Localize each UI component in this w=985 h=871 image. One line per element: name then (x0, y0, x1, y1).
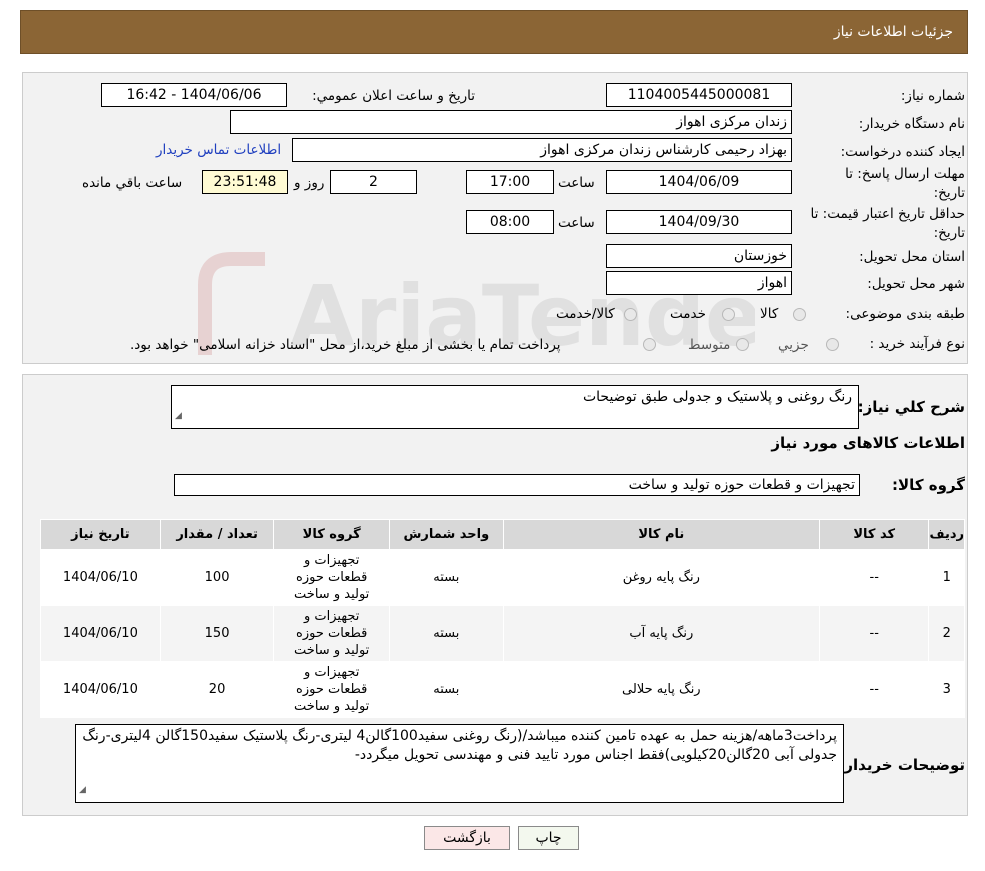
remaining-time-field: 23:51:48 (202, 170, 288, 194)
col-header-index: ردیف (928, 519, 965, 550)
page-header: جزئیات اطلاعات نیاز (20, 10, 968, 54)
cell-group: تجهیزات و قطعات حوزه تولید و ساخت (273, 549, 391, 606)
buyer-org-label: نام دستگاه خریدار: (858, 116, 965, 132)
items-section-title: اطلاعات کالاهای مورد نیاز (771, 434, 965, 452)
cell-name: رنگ پایه روغن (502, 549, 820, 606)
cell-unit: بسته (389, 549, 504, 606)
summary-text: رنگ روغنی و پلاستیک و جدولی طبق توضیحات (582, 389, 852, 405)
creator-field: بهزاد رحیمی کارشناس زندان مرکزی اهواز (292, 138, 792, 162)
category-service-label: خدمت (670, 306, 706, 322)
cell-name: رنگ پایه آب (502, 605, 820, 662)
cell-date: 1404/06/10 (40, 605, 161, 662)
notes-text: پرداخت3ماهه/هزینه حمل به عهده تامین کنند… (82, 728, 837, 763)
cell-qty: 150 (159, 605, 275, 662)
announce-label: تاریخ و ساعت اعلان عمومي: (312, 88, 475, 104)
items-table: ردیف کد کالا نام کالا واحد شمارش گروه کا… (40, 519, 965, 718)
validity-time-field: 08:00 (466, 210, 554, 234)
col-header-date: تاریخ نیاز (40, 519, 161, 550)
cell-index: 1 (928, 549, 965, 606)
process-minor-radio[interactable] (826, 338, 839, 351)
notes-label: توضیحات خریدار: (838, 756, 965, 774)
group-label: گروه کالا: (892, 476, 965, 494)
category-goods-service-radio[interactable] (624, 308, 637, 321)
validity-label-line2: تاریخ: (933, 225, 965, 241)
days-label: روز و (294, 175, 325, 191)
buyer-org-field: زندان مرکزی اهواز (230, 110, 792, 134)
print-button[interactable]: چاپ (518, 826, 579, 850)
process-label: نوع فرآیند خرید : (869, 336, 965, 352)
cell-qty: 20 (159, 661, 275, 718)
cell-index: 3 (928, 661, 965, 718)
category-label: طبقه بندی موضوعی: (845, 306, 965, 322)
process-note-checkbox[interactable] (643, 338, 656, 351)
category-goods-label: کالا (760, 306, 779, 322)
cell-code: -- (818, 605, 930, 662)
table-row: 1 -- رنگ پایه روغن بسته تجهیزات و قطعات … (40, 549, 965, 606)
need-number-label: شماره نیاز: (900, 88, 965, 104)
cell-code: -- (818, 661, 930, 718)
col-header-group: گروه کالا (273, 519, 391, 550)
resize-grip-icon[interactable]: ◢ (79, 781, 86, 800)
province-label: استان محل تحویل: (859, 249, 965, 265)
table-row: 3 -- رنگ پایه حلالی بسته تجهیزات و قطعات… (40, 661, 965, 718)
cell-date: 1404/06/10 (40, 661, 161, 718)
city-field: اهواز (606, 271, 792, 295)
category-service-radio[interactable] (722, 308, 735, 321)
cell-unit: بسته (389, 661, 504, 718)
validity-label-line1: حداقل تاریخ اعتبار قیمت: تا (810, 206, 965, 222)
summary-label: شرح کلي نياز: (857, 398, 965, 416)
process-minor-label: جزيي (778, 337, 809, 353)
buyer-contact-link[interactable]: اطلاعات تماس خریدار (156, 142, 281, 158)
summary-textarea[interactable]: رنگ روغنی و پلاستیک و جدولی طبق توضیحات … (171, 385, 859, 429)
group-field: تجهیزات و قطعات حوزه تولید و ساخت (174, 474, 860, 496)
cell-unit: بسته (389, 605, 504, 662)
table-row: 2 -- رنگ پایه آب بسته تجهیزات و قطعات حو… (40, 605, 965, 662)
province-field: خوزستان (606, 244, 792, 268)
validity-date-field: 1404/09/30 (606, 210, 792, 234)
days-field: 2 (330, 170, 417, 194)
creator-label: ایجاد کننده درخواست: (840, 144, 965, 160)
back-button[interactable]: بازگشت (424, 826, 510, 850)
col-header-unit: واحد شمارش (389, 519, 504, 550)
validity-time-label: ساعت (558, 215, 595, 231)
process-note: پرداخت تمام یا بخشی از مبلغ خرید،از محل … (130, 337, 561, 353)
cell-name: رنگ پایه حلالی (502, 661, 820, 718)
cell-group: تجهیزات و قطعات حوزه تولید و ساخت (273, 605, 391, 662)
notes-textarea[interactable]: پرداخت3ماهه/هزینه حمل به عهده تامین کنند… (75, 724, 844, 803)
cell-code: -- (818, 549, 930, 606)
deadline-time-field: 17:00 (466, 170, 554, 194)
city-label: شهر محل تحویل: (867, 276, 965, 292)
cell-index: 2 (928, 605, 965, 662)
announce-field: 1404/06/06 - 16:42 (101, 83, 287, 107)
deadline-label-line1: مهلت ارسال پاسخ: تا (845, 166, 965, 182)
category-goods-service-label: کالا/خدمت (556, 306, 615, 322)
cell-group: تجهیزات و قطعات حوزه تولید و ساخت (273, 661, 391, 718)
page-title: جزئیات اطلاعات نیاز (833, 24, 953, 40)
cell-date: 1404/06/10 (40, 549, 161, 606)
col-header-qty: تعداد / مقدار (159, 519, 275, 550)
category-goods-radio[interactable] (793, 308, 806, 321)
need-number-field: 1104005445000081 (606, 83, 792, 107)
remaining-label: ساعت باقي مانده (82, 175, 183, 191)
deadline-date-field: 1404/06/09 (606, 170, 792, 194)
deadline-time-label: ساعت (558, 175, 595, 191)
process-medium-radio[interactable] (736, 338, 749, 351)
col-header-code: کد کالا (818, 519, 930, 550)
col-header-name: نام کالا (502, 519, 820, 550)
deadline-label-line2: تاریخ: (933, 185, 965, 201)
cell-qty: 100 (159, 549, 275, 606)
process-medium-label: متوسط (688, 337, 731, 353)
resize-grip-icon[interactable]: ◢ (175, 407, 182, 426)
table-header-row: ردیف کد کالا نام کالا واحد شمارش گروه کا… (40, 519, 965, 550)
